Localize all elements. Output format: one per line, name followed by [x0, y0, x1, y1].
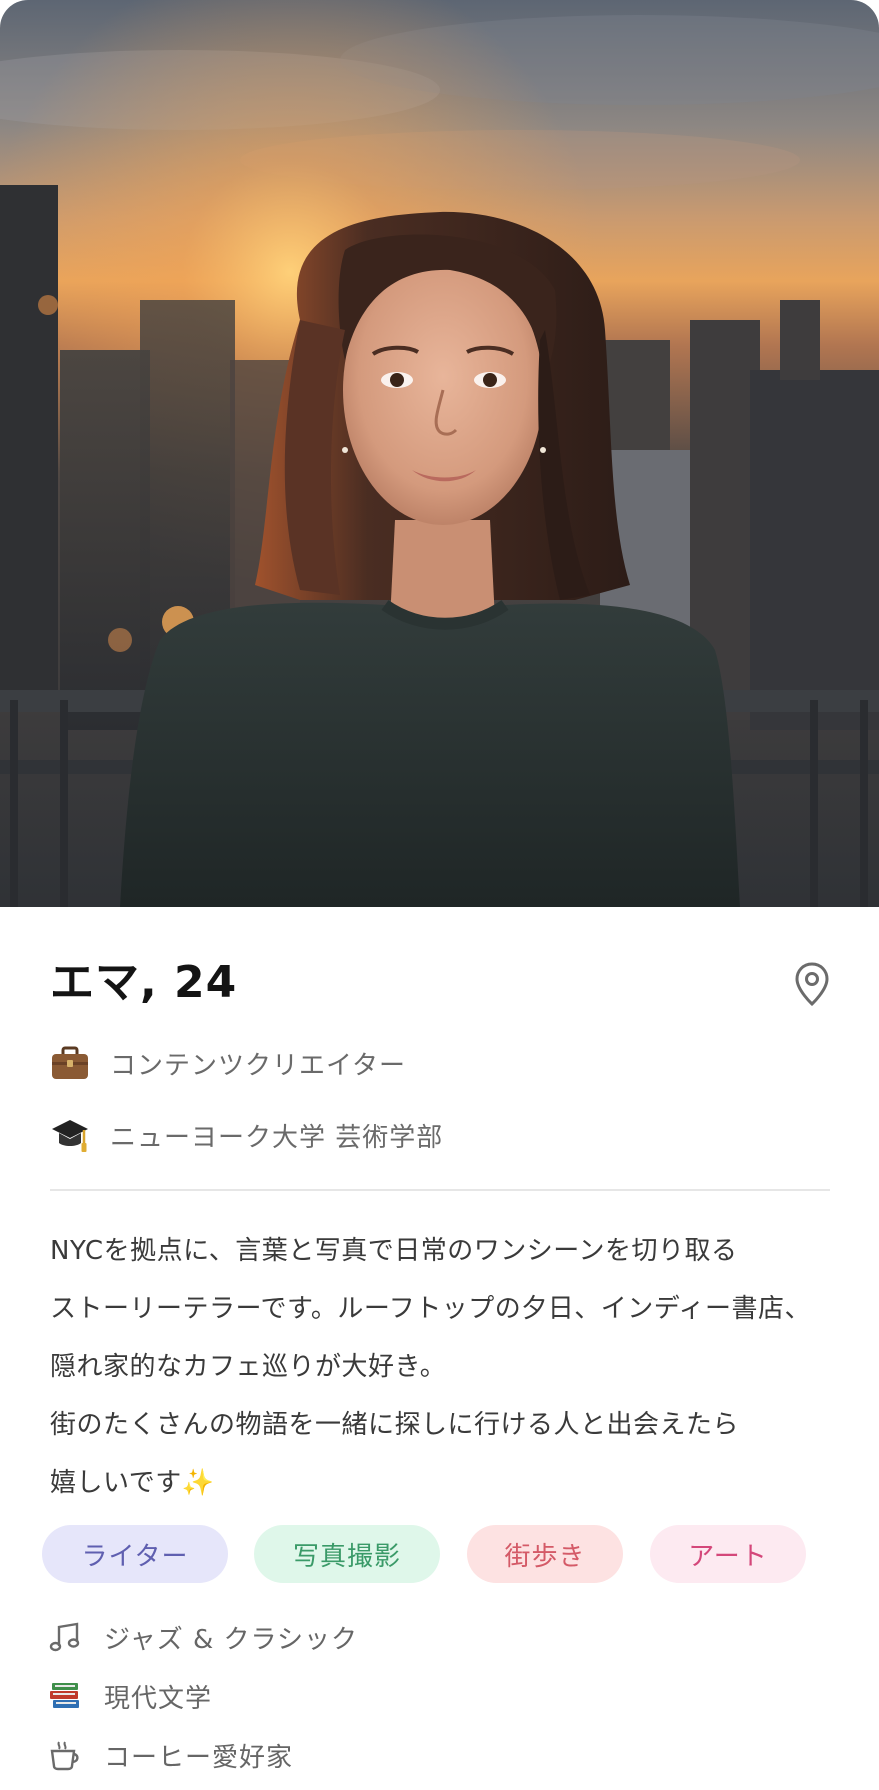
like-label: 現代文学 — [104, 1683, 213, 1714]
like-label: コーヒー愛好家 — [104, 1742, 294, 1773]
divider — [50, 1189, 830, 1191]
tag-photography[interactable]: 写真撮影 — [254, 1525, 440, 1583]
tag-art[interactable]: アート — [650, 1525, 806, 1583]
bio-text: NYCを拠点に、言葉と写真で日常のワンシーンを切り取る ストーリーテラーです。ル… — [50, 1222, 850, 1512]
job-row: コンテンツクリエイター — [50, 1041, 406, 1085]
music-note-icon — [48, 1620, 82, 1654]
name-row: エマ, 24 — [50, 955, 830, 1011]
profile-name-age: エマ, 24 — [50, 957, 238, 1008]
profile-photo[interactable] — [0, 0, 879, 907]
bio-line: 嬉しいです✨ — [50, 1468, 215, 1498]
books-icon — [48, 1679, 82, 1713]
job-title: コンテンツクリエイター — [110, 1050, 406, 1081]
briefcase-icon — [50, 1043, 90, 1083]
bio-line: NYCを拠点に、言葉と写真で日常のワンシーンを切り取る — [50, 1236, 738, 1266]
map-pin-icon[interactable] — [794, 961, 830, 1007]
tag-writer[interactable]: ライター — [42, 1525, 228, 1583]
graduation-cap-icon — [50, 1115, 90, 1155]
profile-card[interactable]: エマ, 24 コンテンツクリエイター ニューヨーク大学 芸術学部 NYCを拠点に… — [0, 0, 879, 1790]
coffee-cup-icon — [48, 1738, 82, 1772]
like-item-music: ジャズ & クラシック — [48, 1615, 358, 1659]
bio-line: ストーリーテラーです。ルーフトップの夕日、インディー書店、 — [50, 1294, 811, 1324]
like-label: ジャズ & クラシック — [104, 1624, 358, 1655]
school-row: ニューヨーク大学 芸術学部 — [50, 1113, 443, 1157]
tag-city-walk[interactable]: 街歩き — [467, 1525, 623, 1583]
bio-line: 隠れ家的なカフェ巡りが大好き。 — [50, 1352, 447, 1382]
bio-line: 街のたくさんの物語を一緒に探しに行ける人と出会えたら — [50, 1410, 740, 1440]
like-item-coffee: コーヒー愛好家 — [48, 1733, 293, 1777]
profile-photo-illustration — [0, 0, 879, 907]
school-name: ニューヨーク大学 芸術学部 — [110, 1122, 444, 1153]
like-item-books: 現代文学 — [48, 1674, 212, 1718]
